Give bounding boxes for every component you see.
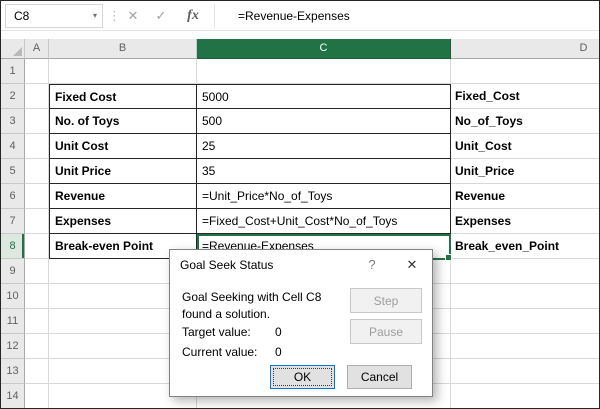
row-header-10[interactable]: 10 — [1, 284, 25, 309]
cell-D9[interactable] — [451, 259, 600, 284]
cell-D2[interactable]: Fixed_Cost — [451, 84, 600, 109]
cell-A1[interactable] — [25, 59, 49, 84]
formula-cancel-icon[interactable]: ✕ — [120, 4, 146, 28]
row-header-7[interactable]: 7 — [1, 209, 25, 234]
goal-seek-status-dialog: Goal Seek Status ? ✕ Goal Seeking with C… — [169, 249, 433, 397]
cell-A14[interactable] — [25, 384, 49, 409]
cell-D12[interactable] — [451, 334, 600, 359]
cell-C2[interactable]: 5000 — [197, 84, 451, 109]
cell-D13[interactable] — [451, 359, 600, 384]
row-header-5[interactable]: 5 — [1, 159, 25, 184]
name-box-value: C8 — [14, 9, 29, 23]
pause-button[interactable]: Pause — [350, 319, 422, 344]
row-header-6[interactable]: 6 — [1, 184, 25, 209]
cell-B1[interactable] — [49, 59, 197, 84]
cell-A3[interactable] — [25, 109, 49, 134]
name-box[interactable]: C8 ▾ — [5, 4, 103, 28]
select-all-triangle-icon — [13, 47, 22, 56]
select-all-corner[interactable] — [1, 39, 25, 59]
cell-B3[interactable]: No. of Toys — [49, 109, 197, 134]
cell-A6[interactable] — [25, 184, 49, 209]
cell-D10[interactable] — [451, 284, 600, 309]
cell-A7[interactable] — [25, 209, 49, 234]
cell-C3[interactable]: 500 — [197, 109, 451, 134]
column-header-a[interactable]: A — [25, 39, 49, 59]
cell-D14[interactable] — [451, 384, 600, 409]
cell-A9[interactable] — [25, 259, 49, 284]
cell-A4[interactable] — [25, 134, 49, 159]
cell-A10[interactable] — [25, 284, 49, 309]
target-value-label: Target value: — [182, 325, 251, 339]
cell-C7[interactable]: =Fixed_Cost+Unit_Cost*No_of_Toys — [197, 209, 451, 234]
cell-D1[interactable] — [451, 59, 600, 84]
cell-B5[interactable]: Unit Price — [49, 159, 197, 184]
row-header-2[interactable]: 2 — [1, 84, 25, 109]
cell-C5[interactable]: 35 — [197, 159, 451, 184]
row-header-12[interactable]: 12 — [1, 334, 25, 359]
cell-A13[interactable] — [25, 359, 49, 384]
row-header-9[interactable]: 9 — [1, 259, 25, 284]
row-header-4[interactable]: 4 — [1, 134, 25, 159]
formula-input[interactable]: =Revenue-Expenses — [238, 1, 595, 31]
formula-enter-icon[interactable]: ✓ — [148, 4, 174, 28]
ok-button[interactable]: OK — [270, 365, 335, 389]
dialog-close-button[interactable]: ✕ — [392, 250, 432, 280]
formula-bar: C8 ▾ ⋮ ✕ ✓ fx =Revenue-Expenses — [1, 1, 599, 31]
current-value-label: Current value: — [182, 345, 257, 359]
dialog-title: Goal Seek Status — [180, 250, 273, 280]
column-header-b[interactable]: B — [49, 39, 197, 59]
row-header-11[interactable]: 11 — [1, 309, 25, 334]
cell-C1[interactable] — [197, 59, 451, 84]
cell-B7[interactable]: Expenses — [49, 209, 197, 234]
cell-B4[interactable]: Unit Cost — [49, 134, 197, 159]
cancel-button[interactable]: Cancel — [347, 365, 412, 389]
row-header-8[interactable]: 8 — [1, 234, 25, 259]
excel-window: C8 ▾ ⋮ ✕ ✓ fx =Revenue-Expenses ABCD1234… — [0, 0, 600, 409]
cell-D4[interactable]: Unit_Cost — [451, 134, 600, 159]
cell-B2[interactable]: Fixed Cost — [49, 84, 197, 109]
formula-bar-handle-icon: ⋮ — [108, 5, 118, 27]
cell-C4[interactable]: 25 — [197, 134, 451, 159]
cell-D11[interactable] — [451, 309, 600, 334]
column-header-d[interactable]: D — [451, 39, 600, 59]
row-header-13[interactable]: 13 — [1, 359, 25, 384]
cell-D6[interactable]: Revenue — [451, 184, 600, 209]
current-value: 0 — [275, 345, 282, 359]
step-button[interactable]: Step — [350, 288, 422, 313]
cell-A2[interactable] — [25, 84, 49, 109]
name-box-dropdown-icon[interactable]: ▾ — [93, 5, 97, 27]
cell-D7[interactable]: Expenses — [451, 209, 600, 234]
dialog-message-line1: Goal Seeking with Cell C8 — [182, 290, 321, 304]
dialog-message-line2: found a solution. — [182, 307, 270, 321]
row-header-3[interactable]: 3 — [1, 109, 25, 134]
insert-function-icon[interactable]: fx — [178, 4, 208, 28]
cell-D8[interactable]: Break_even_Point — [451, 234, 600, 259]
cell-A5[interactable] — [25, 159, 49, 184]
column-header-c[interactable]: C — [197, 39, 451, 59]
cell-D5[interactable]: Unit_Price — [451, 159, 600, 184]
row-header-1[interactable]: 1 — [1, 59, 25, 84]
target-value: 0 — [275, 325, 282, 339]
cell-A8[interactable] — [25, 234, 49, 259]
row-header-14[interactable]: 14 — [1, 384, 25, 409]
cell-A12[interactable] — [25, 334, 49, 359]
cell-A11[interactable] — [25, 309, 49, 334]
dialog-help-button[interactable]: ? — [354, 250, 390, 280]
cell-B6[interactable]: Revenue — [49, 184, 197, 209]
formula-bar-divider — [214, 4, 215, 28]
cell-C6[interactable]: =Unit_Price*No_of_Toys — [197, 184, 451, 209]
cell-D3[interactable]: No_of_Toys — [451, 109, 600, 134]
